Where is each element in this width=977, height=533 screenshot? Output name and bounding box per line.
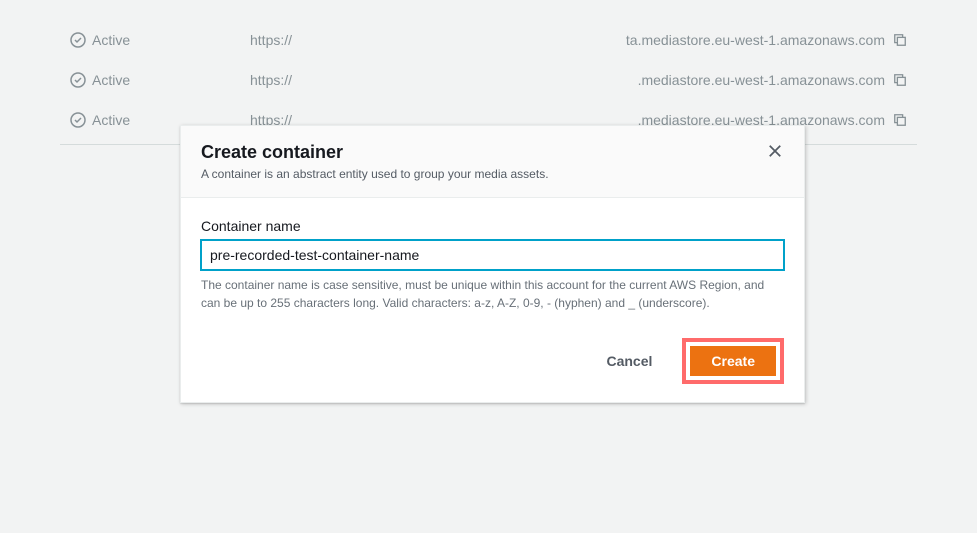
create-button-highlight: Create (682, 338, 784, 384)
modal-footer: Cancel Create (181, 324, 804, 402)
modal-subtitle: A container is an abstract entity used t… (201, 167, 549, 181)
container-name-input[interactable] (201, 240, 784, 270)
container-name-label: Container name (201, 218, 784, 234)
create-button[interactable]: Create (690, 346, 776, 376)
cancel-button[interactable]: Cancel (586, 345, 672, 377)
modal-body: Container name The container name is cas… (181, 198, 804, 324)
container-name-help: The container name is case sensitive, mu… (201, 276, 784, 312)
create-container-modal: Create container A container is an abstr… (180, 125, 805, 403)
modal-backdrop: Create container A container is an abstr… (0, 0, 977, 533)
close-button[interactable] (766, 142, 784, 160)
close-icon (768, 144, 782, 158)
modal-header: Create container A container is an abstr… (181, 126, 804, 198)
modal-title: Create container (201, 142, 549, 163)
